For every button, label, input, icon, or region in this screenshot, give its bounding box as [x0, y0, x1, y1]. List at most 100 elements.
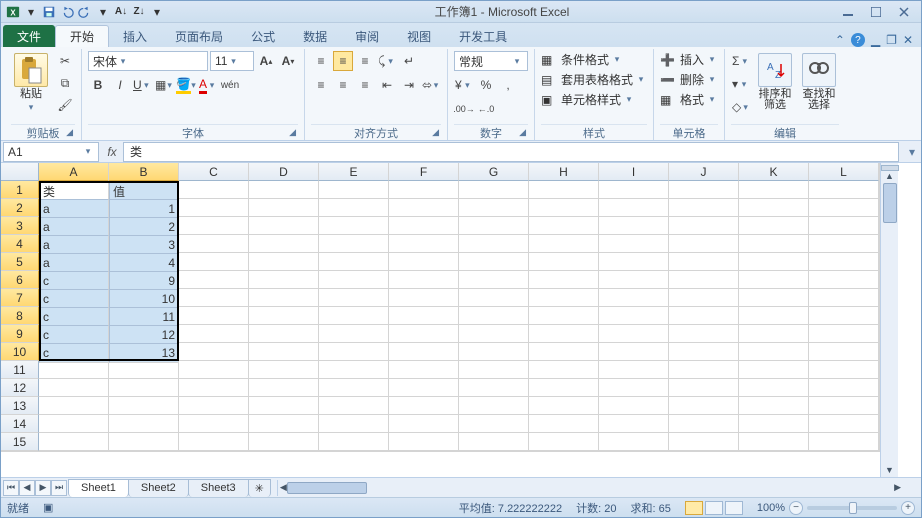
cell[interactable] [389, 325, 459, 343]
cell[interactable] [179, 325, 249, 343]
cell[interactable] [669, 343, 739, 361]
cell[interactable] [389, 397, 459, 415]
cell[interactable] [249, 379, 319, 397]
format-painter-icon[interactable]: 🖌 [55, 95, 75, 115]
row-header[interactable]: 1 [1, 181, 39, 199]
cell[interactable] [319, 307, 389, 325]
col-header[interactable]: K [739, 163, 809, 181]
cell[interactable] [39, 415, 109, 433]
horizontal-scrollbar[interactable]: ◀ ▶ [277, 480, 903, 496]
cell[interactable] [459, 415, 529, 433]
cell[interactable] [319, 217, 389, 235]
cell[interactable] [669, 271, 739, 289]
cell[interactable] [249, 433, 319, 451]
normal-view-icon[interactable] [685, 501, 703, 515]
cell-grid[interactable]: ABCDEFGHIJKL1类值2a13a24a35a46c97c108c119c… [1, 163, 880, 452]
align-bottom-icon[interactable]: ≡ [355, 51, 375, 71]
cell[interactable] [459, 271, 529, 289]
align-left-icon[interactable]: ≡ [311, 75, 331, 95]
cell[interactable] [179, 271, 249, 289]
fx-icon[interactable]: fx [101, 145, 123, 159]
cell[interactable] [249, 307, 319, 325]
align-top-icon[interactable]: ≡ [311, 51, 331, 71]
cell[interactable] [669, 307, 739, 325]
sheet-tab-3[interactable]: Sheet3 [188, 479, 249, 497]
cell[interactable] [459, 397, 529, 415]
cell[interactable]: c [39, 343, 109, 363]
select-all-corner[interactable] [1, 163, 39, 181]
row-header[interactable]: 9 [1, 325, 39, 343]
tab-home[interactable]: 开始 [55, 25, 109, 47]
col-header[interactable]: C [179, 163, 249, 181]
cell[interactable] [109, 433, 179, 451]
cell[interactable] [669, 325, 739, 343]
row-header[interactable]: 13 [1, 397, 39, 415]
cell[interactable] [739, 433, 809, 451]
cell[interactable] [529, 307, 599, 325]
row-header[interactable]: 6 [1, 271, 39, 289]
cell[interactable] [669, 415, 739, 433]
cell[interactable] [669, 199, 739, 217]
row-header[interactable]: 7 [1, 289, 39, 307]
help-icon[interactable]: ? [851, 33, 865, 47]
cell[interactable] [599, 217, 669, 235]
doc-minimize-icon[interactable]: ▁ [871, 33, 880, 47]
cell[interactable] [179, 343, 249, 361]
clipboard-expand-icon[interactable]: ◢ [66, 127, 73, 138]
cell[interactable] [529, 217, 599, 235]
tab-nav-prev-icon[interactable]: ◀ [19, 480, 35, 496]
tab-nav-next-icon[interactable]: ▶ [35, 480, 51, 496]
cell[interactable] [669, 253, 739, 271]
cell[interactable] [599, 235, 669, 253]
cell[interactable] [389, 271, 459, 289]
cell[interactable] [669, 181, 739, 199]
cell[interactable] [599, 343, 669, 361]
cell[interactable] [809, 235, 879, 253]
cell[interactable] [179, 217, 249, 235]
cell[interactable] [319, 325, 389, 343]
new-sheet-icon[interactable]: ✳ [248, 479, 271, 497]
cell[interactable] [389, 289, 459, 307]
cell[interactable] [529, 415, 599, 433]
cell[interactable] [809, 415, 879, 433]
tab-review[interactable]: 审阅 [341, 25, 393, 47]
cell[interactable]: 11 [109, 307, 179, 327]
col-header[interactable]: I [599, 163, 669, 181]
cell[interactable] [529, 343, 599, 361]
row-header[interactable]: 10 [1, 343, 39, 361]
delete-cells-button[interactable]: ➖删除▾ [660, 71, 718, 88]
cell[interactable] [809, 433, 879, 451]
cell[interactable] [739, 415, 809, 433]
cell[interactable] [739, 181, 809, 199]
decrease-indent-icon[interactable]: ⇤ [377, 75, 397, 95]
cell[interactable] [809, 397, 879, 415]
cell[interactable] [599, 307, 669, 325]
cell[interactable] [669, 433, 739, 451]
row-header[interactable]: 5 [1, 253, 39, 271]
vertical-scrollbar[interactable]: ▲ ▼ [880, 163, 898, 477]
cell[interactable] [809, 379, 879, 397]
cell[interactable] [39, 397, 109, 415]
cell[interactable] [389, 307, 459, 325]
find-select-button[interactable]: 查找和选择 [799, 51, 839, 113]
cell[interactable] [739, 343, 809, 361]
sort-desc-icon[interactable]: Z↓ [131, 4, 147, 20]
zoom-level[interactable]: 100% [757, 502, 785, 514]
cell[interactable] [809, 181, 879, 199]
cell[interactable] [599, 271, 669, 289]
cell[interactable] [459, 379, 529, 397]
maximize-button[interactable] [867, 5, 885, 19]
cell[interactable] [739, 199, 809, 217]
cell[interactable] [389, 181, 459, 199]
increase-decimal-icon[interactable]: .00→ [454, 99, 474, 119]
qat-dropdown-icon[interactable]: ▾ [23, 4, 39, 20]
tab-view[interactable]: 视图 [393, 25, 445, 47]
col-header[interactable]: J [669, 163, 739, 181]
cell[interactable] [739, 307, 809, 325]
cell[interactable] [809, 289, 879, 307]
cell[interactable] [809, 361, 879, 379]
wrap-text-icon[interactable]: ↵ [399, 51, 419, 71]
cell[interactable] [179, 199, 249, 217]
cell[interactable] [809, 307, 879, 325]
tab-nav-first-icon[interactable]: ⏮ [3, 480, 19, 496]
